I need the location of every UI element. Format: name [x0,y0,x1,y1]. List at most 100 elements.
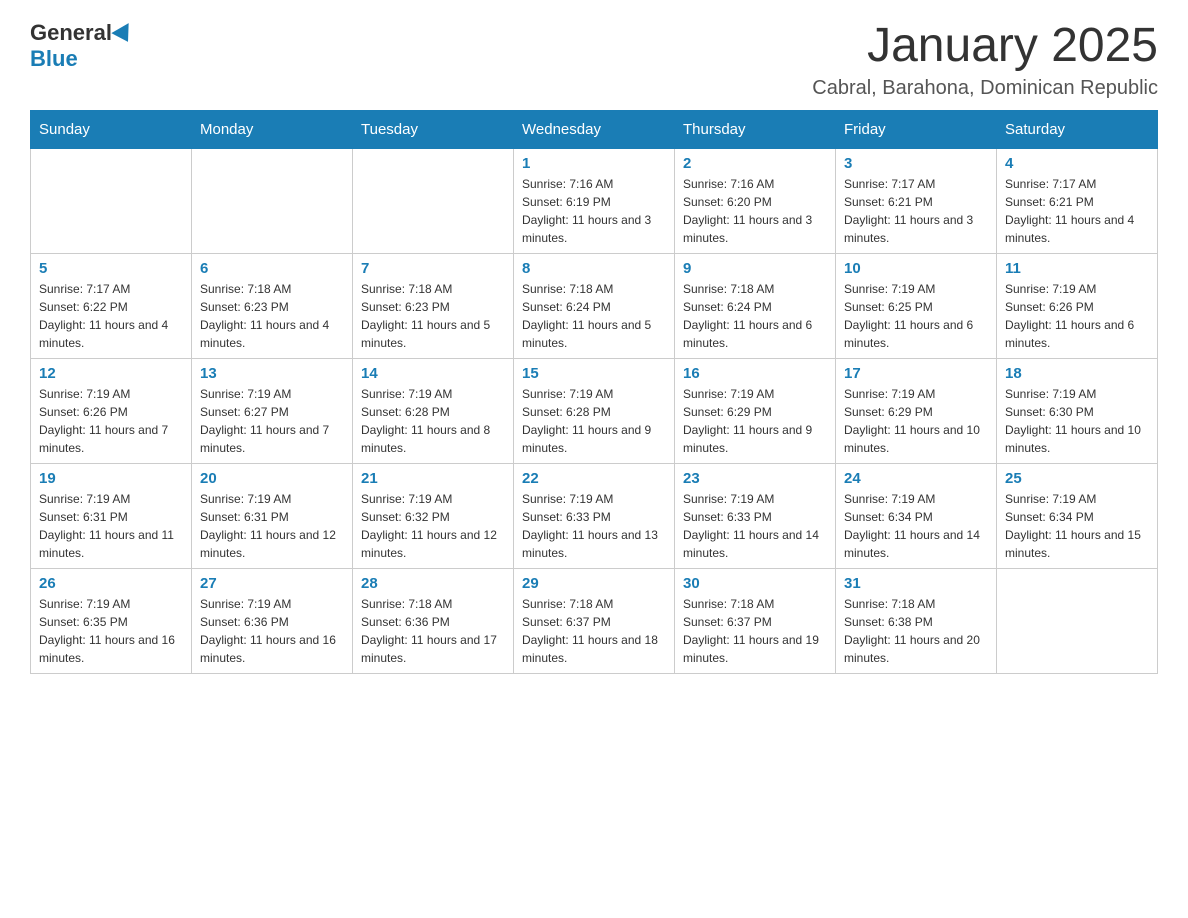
calendar-cell [997,568,1158,673]
day-info: Sunrise: 7:19 AM Sunset: 6:32 PM Dayligh… [361,490,505,562]
calendar-cell: 17 Sunrise: 7:19 AM Sunset: 6:29 PM Dayli… [836,358,997,463]
day-header-saturday: Saturday [997,110,1158,148]
day-info: Sunrise: 7:18 AM Sunset: 6:23 PM Dayligh… [200,280,344,352]
day-number: 24 [844,470,988,487]
day-number: 11 [1005,260,1149,277]
day-number: 4 [1005,155,1149,172]
calendar-cell: 30Sunrise: 7:18 AM Sunset: 6:37 PM Dayli… [675,568,836,673]
day-info: Sunrise: 7:19 AM Sunset: 6:29 PM Dayligh… [844,385,988,457]
calendar-cell: 22 Sunrise: 7:19 AM Sunset: 6:33 PM Dayli… [514,463,675,568]
day-number: 31 [844,575,988,592]
day-info: Sunrise: 7:19 AM Sunset: 6:36 PM Dayligh… [200,595,344,667]
calendar-week-row: 5 Sunrise: 7:17 AM Sunset: 6:22 PM Daylig… [31,253,1158,358]
day-info: Sunrise: 7:19 AM Sunset: 6:31 PM Dayligh… [39,490,183,562]
calendar-cell: 19Sunrise: 7:19 AM Sunset: 6:31 PM Dayli… [31,463,192,568]
day-number: 17 [844,365,988,382]
day-info: Sunrise: 7:17 AM Sunset: 6:21 PM Dayligh… [844,175,988,247]
day-number: 5 [39,260,183,277]
day-number: 1 [522,155,666,172]
calendar-cell: 24 Sunrise: 7:19 AM Sunset: 6:34 PM Dayli… [836,463,997,568]
calendar-cell: 11 Sunrise: 7:19 AM Sunset: 6:26 PM Dayli… [997,253,1158,358]
day-number: 13 [200,365,344,382]
calendar-cell: 20 Sunrise: 7:19 AM Sunset: 6:31 PM Dayli… [192,463,353,568]
logo: General Blue [30,20,134,72]
day-info: Sunrise: 7:19 AM Sunset: 6:26 PM Dayligh… [1005,280,1149,352]
day-info: Sunrise: 7:19 AM Sunset: 6:27 PM Dayligh… [200,385,344,457]
day-info: Sunrise: 7:19 AM Sunset: 6:33 PM Dayligh… [683,490,827,562]
day-header-monday: Monday [192,110,353,148]
day-info: Sunrise: 7:18 AM Sunset: 6:36 PM Dayligh… [361,595,505,667]
day-number: 2 [683,155,827,172]
calendar-cell: 31 Sunrise: 7:18 AM Sunset: 6:38 PM Dayli… [836,568,997,673]
day-info: Sunrise: 7:19 AM Sunset: 6:29 PM Dayligh… [683,385,827,457]
day-number: 30 [683,575,827,592]
day-number: 18 [1005,365,1149,382]
day-number: 20 [200,470,344,487]
day-header-wednesday: Wednesday [514,110,675,148]
day-header-sunday: Sunday [31,110,192,148]
calendar-cell: 5 Sunrise: 7:17 AM Sunset: 6:22 PM Daylig… [31,253,192,358]
logo-triangle-icon [111,23,136,47]
calendar-cell [353,148,514,253]
day-info: Sunrise: 7:18 AM Sunset: 6:38 PM Dayligh… [844,595,988,667]
day-info: Sunrise: 7:19 AM Sunset: 6:28 PM Dayligh… [522,385,666,457]
day-number: 22 [522,470,666,487]
day-number: 9 [683,260,827,277]
day-number: 7 [361,260,505,277]
day-number: 23 [683,470,827,487]
calendar-cell: 21Sunrise: 7:19 AM Sunset: 6:32 PM Dayli… [353,463,514,568]
calendar-week-row: 1 Sunrise: 7:16 AM Sunset: 6:19 PM Daylig… [31,148,1158,253]
calendar-cell [31,148,192,253]
calendar-cell: 13 Sunrise: 7:19 AM Sunset: 6:27 PM Dayli… [192,358,353,463]
day-info: Sunrise: 7:19 AM Sunset: 6:31 PM Dayligh… [200,490,344,562]
day-number: 3 [844,155,988,172]
logo-blue-text: Blue [30,46,78,71]
calendar-week-row: 26 Sunrise: 7:19 AM Sunset: 6:35 PM Dayli… [31,568,1158,673]
day-number: 28 [361,575,505,592]
day-number: 12 [39,365,183,382]
calendar-cell: 7 Sunrise: 7:18 AM Sunset: 6:23 PM Daylig… [353,253,514,358]
logo-general-text: General [30,20,112,46]
day-number: 16 [683,365,827,382]
day-info: Sunrise: 7:16 AM Sunset: 6:20 PM Dayligh… [683,175,827,247]
calendar-cell: 15 Sunrise: 7:19 AM Sunset: 6:28 PM Dayli… [514,358,675,463]
day-info: Sunrise: 7:19 AM Sunset: 6:35 PM Dayligh… [39,595,183,667]
calendar-header-row: SundayMondayTuesdayWednesdayThursdayFrid… [31,110,1158,148]
calendar-cell: 1 Sunrise: 7:16 AM Sunset: 6:19 PM Daylig… [514,148,675,253]
day-number: 14 [361,365,505,382]
month-title: January 2025 [812,20,1158,73]
day-header-thursday: Thursday [675,110,836,148]
day-info: Sunrise: 7:19 AM Sunset: 6:34 PM Dayligh… [1005,490,1149,562]
day-info: Sunrise: 7:18 AM Sunset: 6:37 PM Dayligh… [522,595,666,667]
calendar-cell: 12 Sunrise: 7:19 AM Sunset: 6:26 PM Dayli… [31,358,192,463]
calendar-week-row: 19Sunrise: 7:19 AM Sunset: 6:31 PM Dayli… [31,463,1158,568]
day-info: Sunrise: 7:17 AM Sunset: 6:21 PM Dayligh… [1005,175,1149,247]
calendar-cell: 27 Sunrise: 7:19 AM Sunset: 6:36 PM Dayli… [192,568,353,673]
calendar-cell: 16 Sunrise: 7:19 AM Sunset: 6:29 PM Dayli… [675,358,836,463]
day-number: 29 [522,575,666,592]
day-number: 27 [200,575,344,592]
calendar-cell: 23 Sunrise: 7:19 AM Sunset: 6:33 PM Dayli… [675,463,836,568]
day-number: 15 [522,365,666,382]
calendar-cell: 25Sunrise: 7:19 AM Sunset: 6:34 PM Dayli… [997,463,1158,568]
day-header-friday: Friday [836,110,997,148]
day-info: Sunrise: 7:18 AM Sunset: 6:24 PM Dayligh… [522,280,666,352]
day-info: Sunrise: 7:17 AM Sunset: 6:22 PM Dayligh… [39,280,183,352]
day-info: Sunrise: 7:16 AM Sunset: 6:19 PM Dayligh… [522,175,666,247]
day-info: Sunrise: 7:19 AM Sunset: 6:26 PM Dayligh… [39,385,183,457]
day-number: 26 [39,575,183,592]
calendar-cell: 18Sunrise: 7:19 AM Sunset: 6:30 PM Dayli… [997,358,1158,463]
calendar-cell: 29 Sunrise: 7:18 AM Sunset: 6:37 PM Dayli… [514,568,675,673]
calendar-cell [192,148,353,253]
calendar-cell: 28 Sunrise: 7:18 AM Sunset: 6:36 PM Dayli… [353,568,514,673]
calendar-cell: 8 Sunrise: 7:18 AM Sunset: 6:24 PM Daylig… [514,253,675,358]
calendar-table: SundayMondayTuesdayWednesdayThursdayFrid… [30,110,1158,674]
page-header: General Blue January 2025 Cabral, Baraho… [30,20,1158,100]
title-section: January 2025 Cabral, Barahona, Dominican… [812,20,1158,100]
calendar-cell: 9Sunrise: 7:18 AM Sunset: 6:24 PM Daylig… [675,253,836,358]
day-info: Sunrise: 7:19 AM Sunset: 6:34 PM Dayligh… [844,490,988,562]
day-info: Sunrise: 7:18 AM Sunset: 6:23 PM Dayligh… [361,280,505,352]
day-header-tuesday: Tuesday [353,110,514,148]
day-info: Sunrise: 7:19 AM Sunset: 6:33 PM Dayligh… [522,490,666,562]
day-number: 8 [522,260,666,277]
